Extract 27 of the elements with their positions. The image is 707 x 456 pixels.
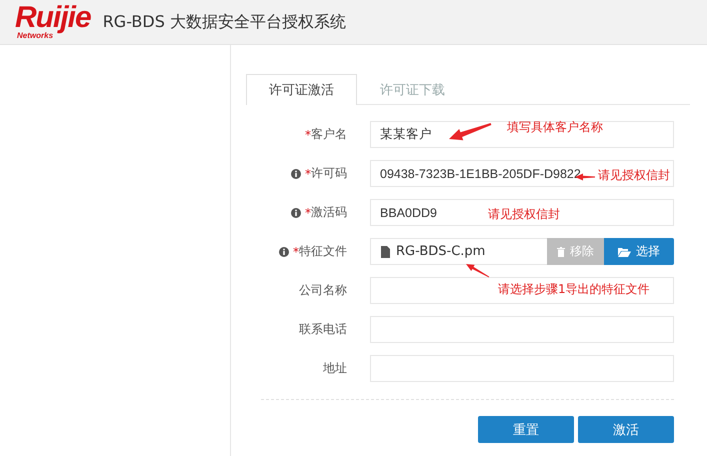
folder-icon	[618, 246, 631, 256]
field-label: *客户名	[305, 126, 347, 143]
annotation-text: 请见授权信封	[488, 206, 560, 222]
file-field[interactable]: RG-BDS-C.pm	[370, 238, 547, 265]
info-icon[interactable]	[291, 208, 301, 218]
app-title: RG-BDS 大数据安全平台授权系统	[102, 12, 346, 32]
input-field[interactable]	[370, 355, 674, 382]
annotation-text: 请见授权信封	[598, 167, 670, 183]
annotation-text: 请选择步骤1导出的特征文件	[498, 281, 650, 297]
file-icon	[381, 246, 390, 258]
info-icon[interactable]	[279, 246, 289, 256]
input-field[interactable]	[370, 316, 674, 343]
form-button[interactable]: 激活	[578, 416, 674, 443]
choose-button[interactable]: 选择	[604, 238, 674, 265]
field-label: *激活码	[305, 204, 347, 221]
tab[interactable]: 许可证激活	[246, 74, 357, 105]
info-icon[interactable]	[291, 168, 301, 178]
field-label: *特征文件	[293, 243, 347, 260]
field-label: 联系电话	[299, 321, 347, 338]
annotation-text: 填写具体客户名称	[507, 119, 603, 135]
field-label: 地址	[323, 360, 347, 377]
field-label: 公司名称	[299, 282, 347, 299]
trash-icon	[557, 246, 565, 256]
form-button[interactable]: 重置	[478, 416, 574, 443]
field-label: *许可码	[305, 165, 347, 182]
logo-tagline: Networks	[17, 30, 54, 40]
input-field[interactable]	[370, 277, 674, 304]
